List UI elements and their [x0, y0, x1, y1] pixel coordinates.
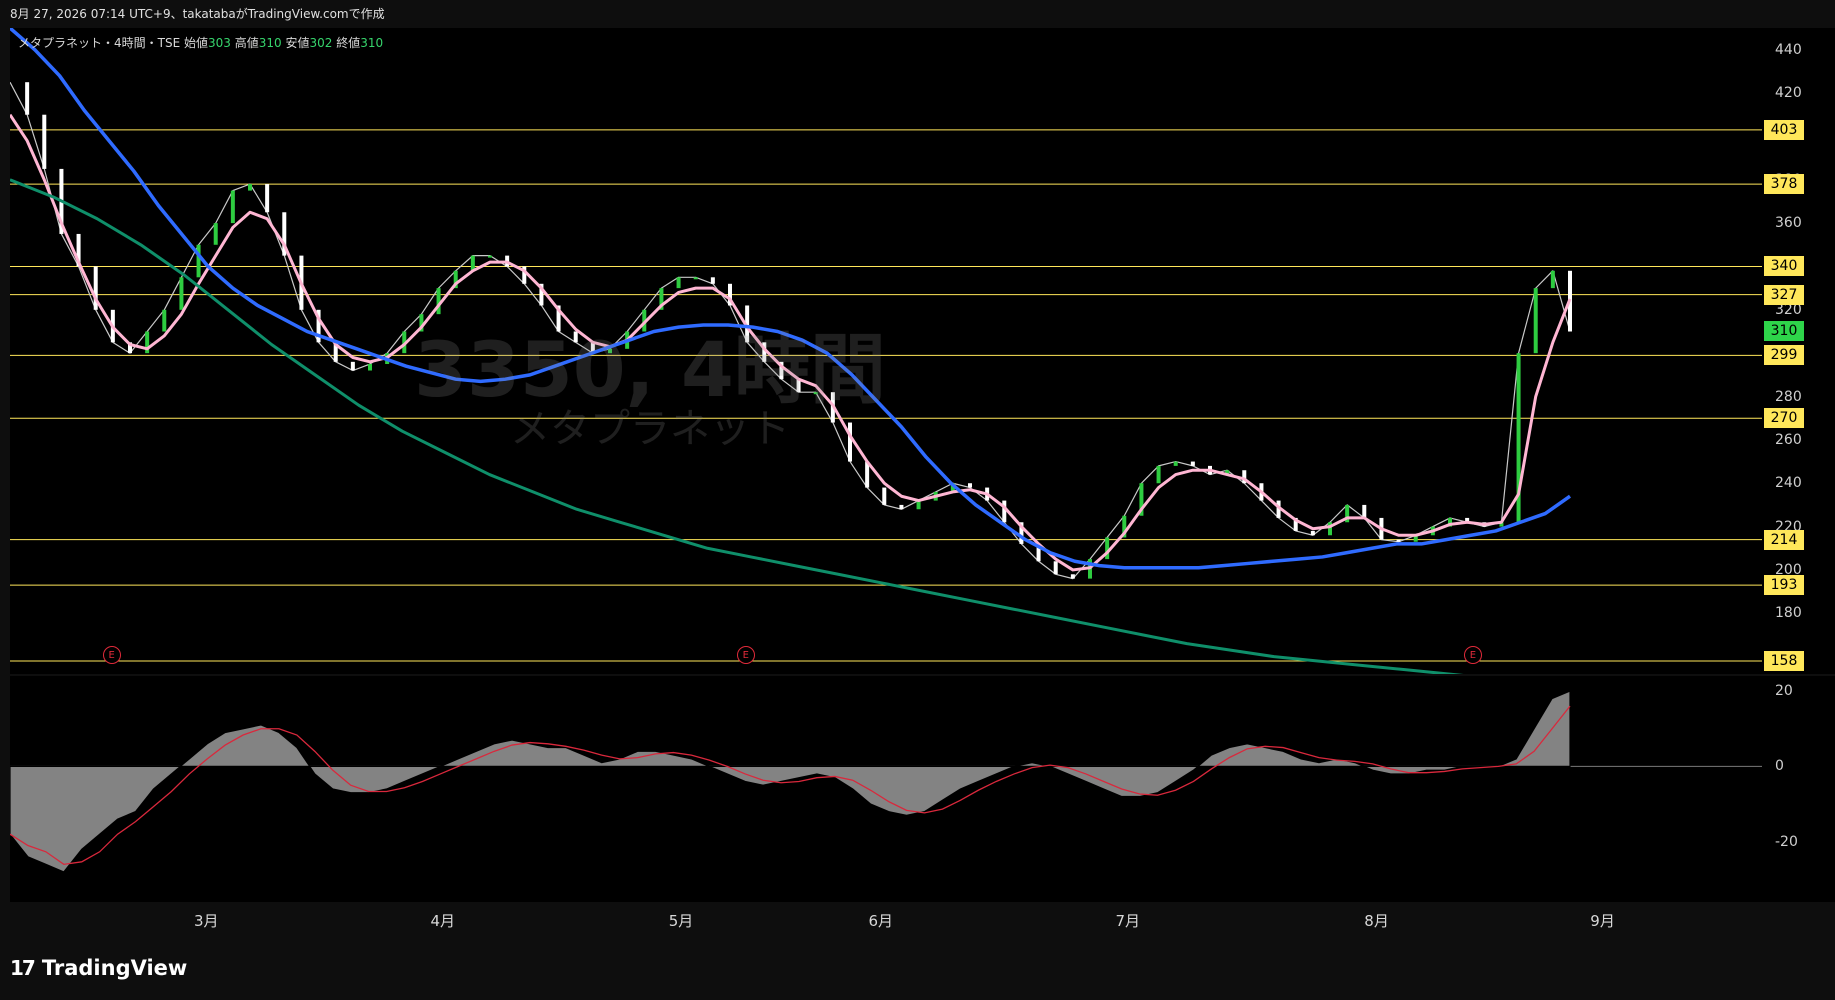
- price-tick-label: 280: [1775, 388, 1802, 405]
- candle: [368, 364, 372, 371]
- time-tick-label: 6月: [868, 912, 894, 930]
- brand-name: TradingView: [41, 956, 188, 980]
- legend-open: 303: [208, 36, 231, 50]
- candle: [1310, 530, 1315, 536]
- price-tick-label: 180: [1775, 605, 1802, 622]
- series-ma-mid-blue: [10, 28, 1572, 570]
- oscillator-tick-label: -20: [1775, 833, 1798, 850]
- legend-low: 302: [309, 36, 333, 50]
- candle: [573, 331, 578, 343]
- legend-high: 310: [258, 36, 282, 50]
- candle: [213, 223, 218, 245]
- price-tick-label: 420: [1775, 85, 1802, 102]
- price-level-badge: 158: [1764, 650, 1804, 671]
- earnings-marker-icon[interactable]: E: [102, 645, 121, 664]
- candle: [488, 255, 492, 258]
- time-tick-label: 5月: [668, 912, 694, 930]
- earnings-marker-icon[interactable]: E: [736, 645, 755, 664]
- legend-high-label: 高値: [234, 36, 259, 50]
- legend-open-label: 始値: [184, 36, 209, 50]
- candle: [1550, 270, 1555, 289]
- time-tick-label: 9月: [1590, 912, 1615, 930]
- candle: [710, 277, 715, 284]
- legend-low-label: 安値: [285, 36, 310, 50]
- candle: [248, 184, 252, 191]
- candle: [693, 277, 698, 280]
- candle: [1070, 574, 1075, 579]
- price-axis[interactable]: 4404203803603202802602402202001804033783…: [1762, 28, 1835, 674]
- oscillator-pane[interactable]: [10, 676, 1762, 902]
- time-tick-label: 7月: [1115, 912, 1141, 930]
- price-tick-label: 240: [1775, 475, 1802, 492]
- candle: [882, 487, 887, 505]
- candle: [968, 483, 972, 488]
- price-pane[interactable]: 3350, 4時間 メタプラネット EEE: [10, 28, 1762, 674]
- legend: メタプラネット・4時間・TSE 始値303 高値310 安値302 終値310: [18, 34, 383, 51]
- candle: [1002, 500, 1007, 523]
- candle: [1533, 288, 1538, 354]
- price-level-badge: 270: [1764, 408, 1804, 429]
- oscillator-chart[interactable]: [10, 676, 1762, 902]
- candle: [676, 277, 681, 289]
- price-chart[interactable]: [10, 28, 1762, 674]
- tradingview-logo-icon: 17: [10, 956, 36, 980]
- candle: [899, 504, 904, 510]
- price-level-badge: 214: [1764, 529, 1804, 550]
- time-tick-label: 8月: [1364, 912, 1389, 930]
- oscillator-tick-label: 0: [1775, 758, 1784, 775]
- time-tick-label: 4月: [430, 912, 456, 930]
- candle: [1105, 537, 1110, 560]
- candle: [436, 288, 441, 315]
- price-level-badge: 378: [1764, 174, 1804, 195]
- price-level-badge: 327: [1764, 284, 1804, 305]
- candle: [265, 184, 270, 213]
- series-ma-short-pink: [10, 113, 1572, 572]
- time-axis[interactable]: 3月 4月 5月 6月 7月 8月 9月: [10, 904, 1762, 934]
- series-close: [10, 81, 1571, 580]
- price-tick-label: 360: [1775, 215, 1802, 232]
- header-text: 8月 27, 2026 07:14 UTC+9、takatabaがTrading…: [10, 7, 385, 21]
- tradingview-brand[interactable]: 17 TradingView: [10, 956, 187, 980]
- series-ma-long-green: [10, 178, 1464, 674]
- price-level-badge: 193: [1764, 575, 1804, 596]
- candle: [1053, 561, 1058, 575]
- candle: [1156, 465, 1161, 484]
- candle: [230, 190, 235, 224]
- candle: [608, 348, 612, 354]
- legend-close-label: 終値: [336, 36, 361, 50]
- legend-symbol: メタプラネット・4時間・TSE: [18, 36, 181, 50]
- candle: [196, 244, 201, 278]
- candle: [42, 114, 47, 169]
- price-level-badge: 340: [1764, 256, 1804, 277]
- earnings-marker-icon[interactable]: E: [1463, 645, 1482, 664]
- candle: [813, 392, 818, 395]
- candle: [1396, 539, 1401, 542]
- price-level-badge: 299: [1764, 345, 1804, 366]
- candle: [1190, 461, 1195, 466]
- price-tick-label: 440: [1775, 41, 1802, 58]
- price-level-badge: 403: [1764, 119, 1804, 140]
- oscillator-tick-label: 20: [1775, 683, 1793, 700]
- oscillator-axis[interactable]: 20 0 -20: [1762, 676, 1835, 902]
- candle: [25, 82, 30, 115]
- candle: [350, 361, 355, 371]
- price-tick-label: 260: [1775, 431, 1802, 448]
- candle: [848, 422, 852, 462]
- time-tick-label: 3月: [193, 912, 219, 930]
- header-bar: 8月 27, 2026 07:14 UTC+9、takatabaがTrading…: [0, 0, 1835, 28]
- candle: [162, 309, 167, 332]
- current-price-badge: 310: [1764, 321, 1804, 342]
- candle: [1173, 461, 1178, 466]
- candle: [1362, 504, 1367, 518]
- candle: [179, 277, 184, 310]
- legend-close: 310: [360, 36, 384, 50]
